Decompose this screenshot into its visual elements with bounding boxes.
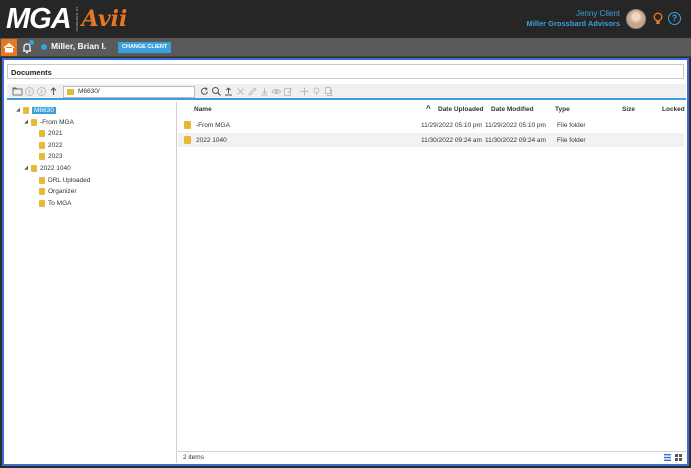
- column-locked[interactable]: Locked: [662, 106, 685, 113]
- new-folder-icon[interactable]: [12, 86, 23, 97]
- cell-name: 2022 1040: [196, 137, 227, 144]
- tree-node-from-mga[interactable]: ◢ -From MGA: [23, 117, 74, 127]
- column-size[interactable]: Size: [622, 106, 635, 113]
- back-icon[interactable]: [24, 86, 35, 97]
- folder-icon: [31, 118, 37, 126]
- tree-node-label: 2021: [48, 129, 63, 137]
- collapse-icon[interactable]: ◢: [23, 119, 29, 125]
- folder-icon: [39, 129, 45, 137]
- table-row[interactable]: 2022 1040 11/30/2022 09:24 am 11/30/2022…: [178, 133, 684, 147]
- collapse-icon[interactable]: ◢: [15, 107, 21, 113]
- collapse-icon[interactable]: ◢: [23, 165, 29, 171]
- column-type[interactable]: Type: [555, 106, 570, 113]
- mga-logo[interactable]: MGA POWERED BY Avii: [6, 3, 127, 35]
- folder-icon: [184, 121, 191, 129]
- refresh-icon[interactable]: [199, 86, 210, 97]
- notifications-button[interactable]: [19, 39, 35, 56]
- cell-name: -From MGA: [196, 122, 230, 129]
- tree-node-label: M6630: [32, 106, 56, 114]
- client-bar: Miller, Brian I. CHANGE CLIENT: [0, 38, 691, 57]
- search-icon[interactable]: [211, 86, 222, 97]
- column-name[interactable]: Name: [194, 106, 212, 113]
- folder-icon: [31, 164, 37, 172]
- status-bar: 2 items: [178, 451, 686, 463]
- forward-icon[interactable]: [36, 86, 47, 97]
- documents-toolbar: M6630/: [7, 84, 686, 100]
- tree-node-label: To MGA: [48, 199, 72, 207]
- tree-node-2022-1040[interactable]: ◢ 2022 1040: [23, 163, 71, 173]
- home-icon: [3, 42, 15, 53]
- move-icon[interactable]: [299, 86, 310, 97]
- help-icon[interactable]: ?: [668, 12, 681, 25]
- tree-node-label: 2023: [48, 152, 63, 160]
- tree-node-label: Organizer: [48, 187, 77, 195]
- tree-node-2023[interactable]: 2023: [39, 151, 62, 161]
- notification-badge: [29, 40, 34, 45]
- folder-icon: [23, 106, 29, 114]
- table-row[interactable]: -From MGA 11/29/2022 05:10 pm 11/29/2022…: [178, 118, 684, 132]
- tree-node-2022[interactable]: 2022: [39, 140, 62, 150]
- tag-icon[interactable]: [311, 86, 322, 97]
- cell-type: File folder: [557, 137, 586, 144]
- logo-text: MGA: [6, 2, 72, 35]
- rename-icon[interactable]: [247, 86, 258, 97]
- column-uploaded[interactable]: Date Uploaded: [438, 106, 484, 113]
- client-status-dot: [41, 44, 47, 50]
- file-grid: Name ^ Date Uploaded Date Modified Type …: [178, 102, 686, 463]
- item-count: 2 items: [183, 454, 204, 461]
- path-input[interactable]: M6630/: [63, 86, 195, 98]
- edit-icon[interactable]: [283, 86, 294, 97]
- cell-modified: 11/29/2022 05:10 pm: [485, 122, 546, 129]
- tree-node-drl-uploaded[interactable]: DRL Uploaded: [39, 175, 90, 185]
- top-bar: MGA POWERED BY Avii Jenny Client Miller …: [0, 0, 691, 38]
- tree-node-organizer[interactable]: Organizer: [39, 186, 77, 196]
- tree-node-label: DRL Uploaded: [48, 176, 91, 184]
- grid-header: Name ^ Date Uploaded Date Modified Type …: [178, 104, 686, 116]
- tree-node-to-mga[interactable]: To MGA: [39, 198, 71, 208]
- delete-icon[interactable]: [235, 86, 246, 97]
- avatar[interactable]: [626, 9, 646, 29]
- tree-node-root[interactable]: ◢ M6630: [15, 105, 56, 115]
- folder-icon: [39, 152, 45, 160]
- upload-icon[interactable]: [223, 86, 234, 97]
- cell-type: File folder: [557, 122, 586, 129]
- home-button[interactable]: [1, 39, 17, 56]
- user-name[interactable]: Jenny Client: [526, 9, 620, 19]
- cell-modified: 11/30/2022 09:24 am: [485, 137, 546, 144]
- lightbulb-icon[interactable]: [653, 12, 663, 26]
- tree-node-label: 2022 1040: [40, 164, 71, 172]
- tree-node-label: 2022: [48, 141, 63, 149]
- cell-uploaded: 11/29/2022 05:10 pm: [421, 122, 482, 129]
- change-client-button[interactable]: CHANGE CLIENT: [118, 42, 172, 53]
- list-view-icon[interactable]: [664, 454, 671, 461]
- note-icon[interactable]: [323, 86, 334, 97]
- cell-uploaded: 11/30/2022 09:24 am: [421, 137, 482, 144]
- sort-ascending-icon[interactable]: ^: [426, 104, 431, 113]
- folder-icon: [67, 89, 74, 95]
- client-name: Miller, Brian I.: [51, 41, 107, 51]
- up-icon[interactable]: [48, 86, 59, 97]
- folder-icon: [39, 141, 45, 149]
- folder-tree: ◢ M6630 ◢ -From MGA 2021 2022 2023 ◢ 202…: [7, 102, 177, 463]
- folder-icon: [184, 136, 191, 144]
- page-title: Documents: [7, 64, 684, 79]
- folder-icon: [39, 187, 45, 195]
- tree-node-2021[interactable]: 2021: [39, 128, 62, 138]
- user-block[interactable]: Jenny Client Miller Grossbard Advisors: [526, 9, 620, 29]
- avii-logo-text: Avii: [81, 6, 128, 32]
- view-icon[interactable]: [271, 86, 282, 97]
- tree-node-label: -From MGA: [40, 118, 74, 126]
- folder-icon: [39, 199, 45, 207]
- logo-powered-text: POWERED BY: [74, 6, 79, 32]
- path-text: M6630/: [78, 88, 100, 95]
- grid-view-icon[interactable]: [675, 454, 682, 461]
- column-modified[interactable]: Date Modified: [491, 106, 534, 113]
- documents-panel: Documents M6630/ ◢ M6630 ◢ -From MGA 202…: [2, 58, 689, 466]
- download-icon[interactable]: [259, 86, 270, 97]
- user-org[interactable]: Miller Grossbard Advisors: [526, 19, 620, 29]
- folder-icon: [39, 176, 45, 184]
